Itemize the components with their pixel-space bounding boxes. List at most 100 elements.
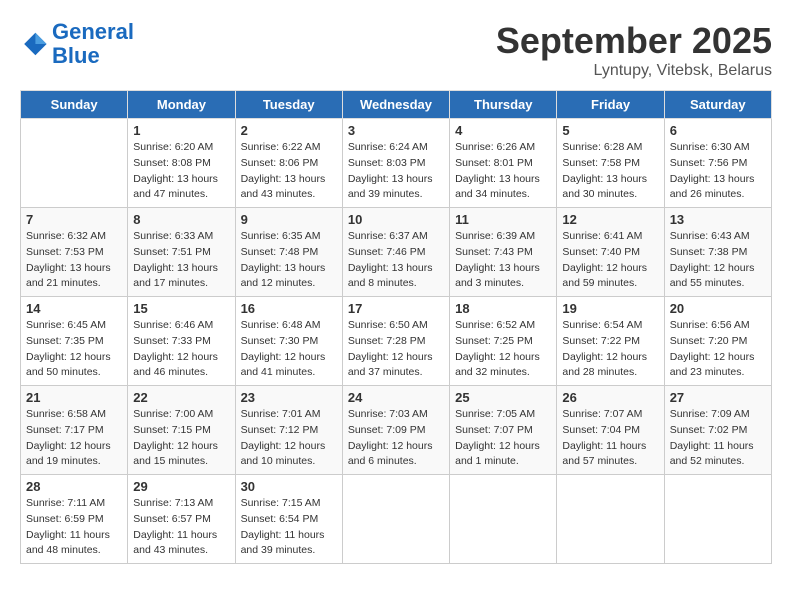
day-number: 11 xyxy=(455,212,551,227)
calendar-cell xyxy=(450,475,557,564)
day-info: Sunrise: 6:37 AMSunset: 7:46 PMDaylight:… xyxy=(348,229,444,292)
calendar-cell: 4 Sunrise: 6:26 AMSunset: 8:01 PMDaylight… xyxy=(450,119,557,208)
day-info: Sunrise: 6:56 AMSunset: 7:20 PMDaylight:… xyxy=(670,318,766,381)
day-info: Sunrise: 6:32 AMSunset: 7:53 PMDaylight:… xyxy=(26,229,122,292)
calendar-cell: 7 Sunrise: 6:32 AMSunset: 7:53 PMDaylight… xyxy=(21,208,128,297)
day-info: Sunrise: 6:30 AMSunset: 7:56 PMDaylight:… xyxy=(670,140,766,203)
calendar-cell: 14Sunrise: 6:45 AMSunset: 7:35 PMDayligh… xyxy=(21,297,128,386)
day-info: Sunrise: 6:54 AMSunset: 7:22 PMDaylight:… xyxy=(562,318,658,381)
day-info: Sunrise: 7:05 AMSunset: 7:07 PMDaylight:… xyxy=(455,407,551,470)
calendar-cell: 10 Sunrise: 6:37 AMSunset: 7:46 PMDayligh… xyxy=(342,208,449,297)
day-number: 7 xyxy=(26,212,122,227)
day-info: Sunrise: 6:20 AMSunset: 8:08 PMDaylight:… xyxy=(133,140,229,203)
day-number: 24 xyxy=(348,390,444,405)
day-number: 29 xyxy=(133,479,229,494)
calendar-cell: 17 Sunrise: 6:50 AMSunset: 7:28 PMDayligh… xyxy=(342,297,449,386)
calendar-cell: 30Sunrise: 7:15 AMSunset: 6:54 PMDayligh… xyxy=(235,475,342,564)
calendar-cell: 6 Sunrise: 6:30 AMSunset: 7:56 PMDaylight… xyxy=(664,119,771,208)
calendar-cell: 5 Sunrise: 6:28 AMSunset: 7:58 PMDaylight… xyxy=(557,119,664,208)
day-number: 25 xyxy=(455,390,551,405)
calendar-cell: 23 Sunrise: 7:01 AMSunset: 7:12 PMDayligh… xyxy=(235,386,342,475)
day-info: Sunrise: 7:11 AMSunset: 6:59 PMDaylight:… xyxy=(26,496,122,559)
calendar-cell: 27 Sunrise: 7:09 AMSunset: 7:02 PMDayligh… xyxy=(664,386,771,475)
calendar-cell: 1 Sunrise: 6:20 AMSunset: 8:08 PMDaylight… xyxy=(128,119,235,208)
day-number: 26 xyxy=(562,390,658,405)
location-subtitle: Lyntupy, Vitebsk, Belarus xyxy=(496,62,772,80)
calendar-cell: 9Sunrise: 6:35 AMSunset: 7:48 PMDaylight… xyxy=(235,208,342,297)
calendar-cell: 3Sunrise: 6:24 AMSunset: 8:03 PMDaylight… xyxy=(342,119,449,208)
month-title: September 2025 xyxy=(496,20,772,62)
day-number: 27 xyxy=(670,390,766,405)
day-of-week-header: Wednesday xyxy=(342,91,449,119)
day-info: Sunrise: 6:28 AMSunset: 7:58 PMDaylight:… xyxy=(562,140,658,203)
calendar-cell: 22Sunrise: 7:00 AMSunset: 7:15 PMDayligh… xyxy=(128,386,235,475)
calendar-table: SundayMondayTuesdayWednesdayThursdayFrid… xyxy=(20,90,772,564)
calendar-cell: 8 Sunrise: 6:33 AMSunset: 7:51 PMDaylight… xyxy=(128,208,235,297)
day-info: Sunrise: 7:07 AMSunset: 7:04 PMDaylight:… xyxy=(562,407,658,470)
page-header: General Blue September 2025 Lyntupy, Vit… xyxy=(20,20,772,80)
day-of-week-header: Saturday xyxy=(664,91,771,119)
day-number: 6 xyxy=(670,123,766,138)
day-info: Sunrise: 6:33 AMSunset: 7:51 PMDaylight:… xyxy=(133,229,229,292)
day-number: 18 xyxy=(455,301,551,316)
day-of-week-header: Sunday xyxy=(21,91,128,119)
day-number: 9 xyxy=(241,212,337,227)
calendar-week-row: 21Sunrise: 6:58 AMSunset: 7:17 PMDayligh… xyxy=(21,386,772,475)
day-number: 17 xyxy=(348,301,444,316)
calendar-cell xyxy=(557,475,664,564)
calendar-week-row: 14Sunrise: 6:45 AMSunset: 7:35 PMDayligh… xyxy=(21,297,772,386)
day-number: 2 xyxy=(241,123,337,138)
title-block: September 2025 Lyntupy, Vitebsk, Belarus xyxy=(496,20,772,80)
calendar-cell: 28Sunrise: 7:11 AMSunset: 6:59 PMDayligh… xyxy=(21,475,128,564)
day-of-week-header: Thursday xyxy=(450,91,557,119)
calendar-cell: 15 Sunrise: 6:46 AMSunset: 7:33 PMDayligh… xyxy=(128,297,235,386)
calendar-cell: 21Sunrise: 6:58 AMSunset: 7:17 PMDayligh… xyxy=(21,386,128,475)
day-of-week-header: Friday xyxy=(557,91,664,119)
day-info: Sunrise: 6:26 AMSunset: 8:01 PMDaylight:… xyxy=(455,140,551,203)
calendar-cell: 11Sunrise: 6:39 AMSunset: 7:43 PMDayligh… xyxy=(450,208,557,297)
calendar-cell: 24 Sunrise: 7:03 AMSunset: 7:09 PMDayligh… xyxy=(342,386,449,475)
days-header-row: SundayMondayTuesdayWednesdayThursdayFrid… xyxy=(21,91,772,119)
day-number: 8 xyxy=(133,212,229,227)
day-info: Sunrise: 6:43 AMSunset: 7:38 PMDaylight:… xyxy=(670,229,766,292)
day-number: 22 xyxy=(133,390,229,405)
day-number: 21 xyxy=(26,390,122,405)
day-number: 12 xyxy=(562,212,658,227)
day-number: 23 xyxy=(241,390,337,405)
day-info: Sunrise: 7:01 AMSunset: 7:12 PMDaylight:… xyxy=(241,407,337,470)
day-of-week-header: Monday xyxy=(128,91,235,119)
day-number: 20 xyxy=(670,301,766,316)
logo-icon xyxy=(20,30,48,58)
day-info: Sunrise: 7:13 AMSunset: 6:57 PMDaylight:… xyxy=(133,496,229,559)
logo: General Blue xyxy=(20,20,134,68)
calendar-week-row: 7 Sunrise: 6:32 AMSunset: 7:53 PMDaylight… xyxy=(21,208,772,297)
day-info: Sunrise: 6:50 AMSunset: 7:28 PMDaylight:… xyxy=(348,318,444,381)
logo-text: General Blue xyxy=(52,20,134,68)
calendar-cell: 18 Sunrise: 6:52 AMSunset: 7:25 PMDayligh… xyxy=(450,297,557,386)
calendar-cell: 20 Sunrise: 6:56 AMSunset: 7:20 PMDayligh… xyxy=(664,297,771,386)
calendar-cell: 25 Sunrise: 7:05 AMSunset: 7:07 PMDayligh… xyxy=(450,386,557,475)
day-info: Sunrise: 6:46 AMSunset: 7:33 PMDaylight:… xyxy=(133,318,229,381)
day-number: 14 xyxy=(26,301,122,316)
day-of-week-header: Tuesday xyxy=(235,91,342,119)
day-number: 16 xyxy=(241,301,337,316)
day-info: Sunrise: 7:09 AMSunset: 7:02 PMDaylight:… xyxy=(670,407,766,470)
day-info: Sunrise: 6:22 AMSunset: 8:06 PMDaylight:… xyxy=(241,140,337,203)
day-number: 15 xyxy=(133,301,229,316)
calendar-week-row: 1 Sunrise: 6:20 AMSunset: 8:08 PMDaylight… xyxy=(21,119,772,208)
calendar-cell: 16Sunrise: 6:48 AMSunset: 7:30 PMDayligh… xyxy=(235,297,342,386)
day-number: 13 xyxy=(670,212,766,227)
day-number: 4 xyxy=(455,123,551,138)
day-info: Sunrise: 6:52 AMSunset: 7:25 PMDaylight:… xyxy=(455,318,551,381)
day-number: 3 xyxy=(348,123,444,138)
day-info: Sunrise: 7:03 AMSunset: 7:09 PMDaylight:… xyxy=(348,407,444,470)
day-number: 10 xyxy=(348,212,444,227)
calendar-cell: 13 Sunrise: 6:43 AMSunset: 7:38 PMDayligh… xyxy=(664,208,771,297)
day-number: 1 xyxy=(133,123,229,138)
day-info: Sunrise: 6:41 AMSunset: 7:40 PMDaylight:… xyxy=(562,229,658,292)
calendar-cell: 26 Sunrise: 7:07 AMSunset: 7:04 PMDayligh… xyxy=(557,386,664,475)
day-number: 5 xyxy=(562,123,658,138)
day-number: 30 xyxy=(241,479,337,494)
calendar-cell: 29 Sunrise: 7:13 AMSunset: 6:57 PMDayligh… xyxy=(128,475,235,564)
day-number: 19 xyxy=(562,301,658,316)
